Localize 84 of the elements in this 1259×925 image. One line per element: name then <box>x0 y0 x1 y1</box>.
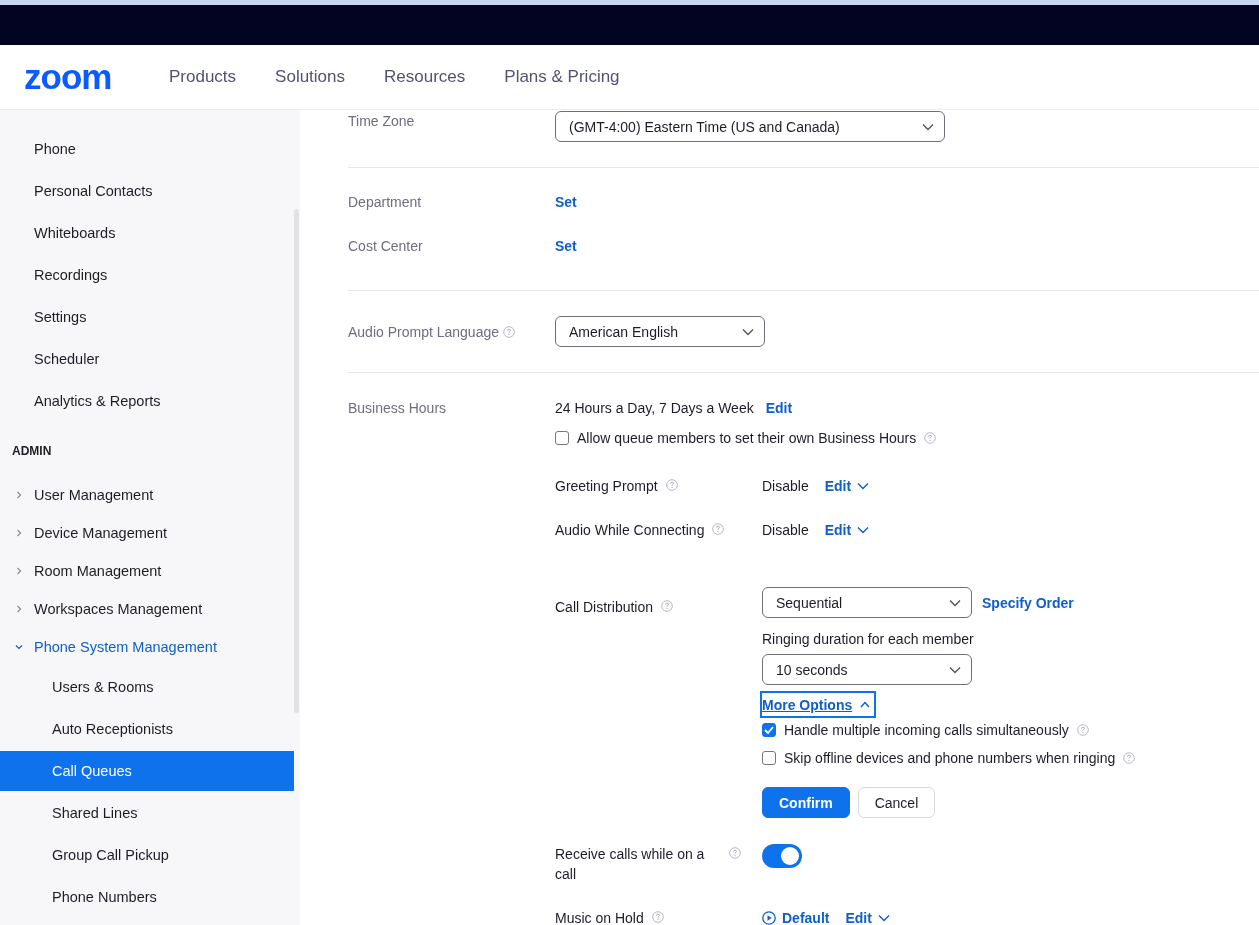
chevron-down-icon <box>742 327 754 336</box>
help-icon[interactable] <box>661 600 674 612</box>
help-icon[interactable] <box>503 325 515 338</box>
dropdown[interactable]: Sequential <box>762 587 972 618</box>
scrollbar-thumb[interactable] <box>294 209 299 713</box>
checkbox[interactable] <box>555 431 569 445</box>
help-icon[interactable] <box>651 911 664 923</box>
toggle-switch[interactable] <box>762 844 802 868</box>
chevron-down-icon <box>877 914 890 922</box>
sidebar-item[interactable]: Scheduler <box>0 338 294 380</box>
setting-label: Music on Hold <box>555 909 644 925</box>
chevron-down-icon <box>15 644 23 650</box>
set-link[interactable]: Set <box>555 238 577 254</box>
play-icon <box>762 911 776 925</box>
more-options-link[interactable]: More Options <box>760 691 877 718</box>
chevron-right-icon <box>15 529 23 537</box>
nav-link[interactable]: Products <box>169 67 237 87</box>
sidebar-item[interactable]: Settings <box>0 296 294 338</box>
logo[interactable]: zoom <box>24 57 144 97</box>
sidebar-item[interactable]: Device Management <box>0 514 294 552</box>
dropdown[interactable]: 10 seconds <box>762 654 972 685</box>
setting-label: Department <box>348 194 422 210</box>
setting-label: Time Zone <box>348 113 415 129</box>
sidebar-item[interactable]: Users & Rooms <box>0 666 294 708</box>
chevron-up-icon <box>860 701 871 708</box>
checkbox-label: Skip offline devices and phone numbers when ringing <box>784 750 1116 766</box>
set-link[interactable]: Set <box>555 194 577 210</box>
sidebar-item[interactable]: Phone <box>0 128 294 170</box>
setting-value: 24 Hours a Day, 7 Days a Week <box>555 400 754 416</box>
sidebar-item[interactable]: Recordings <box>0 254 294 296</box>
sidebar-item[interactable]: Group Call Pickup <box>0 834 294 876</box>
setting-label: Call Distribution <box>555 598 654 617</box>
edit-link[interactable]: Edit <box>824 522 870 538</box>
sidebar-item[interactable]: Analytics & Reports <box>0 380 294 422</box>
setting-value: Disable <box>762 522 809 538</box>
checkbox-label: Allow queue members to set their own Business Hours <box>577 430 917 446</box>
edit-link[interactable]: Edit <box>824 478 870 494</box>
help-icon[interactable] <box>729 847 741 859</box>
sidebar-item[interactable]: Shared Lines <box>0 792 294 834</box>
chevron-down-icon <box>922 122 934 131</box>
edit-link[interactable]: Edit <box>845 910 890 925</box>
play-default-link[interactable]: Default <box>762 910 830 925</box>
sidebar-item[interactable]: Room Management <box>0 552 294 590</box>
setting-label: Greeting Prompt <box>555 477 658 496</box>
checkbox-label: Handle multiple incoming calls simultaneously <box>784 722 1069 738</box>
help-icon[interactable] <box>924 432 937 444</box>
chevron-right-icon <box>15 491 23 499</box>
checkbox[interactable] <box>762 723 776 737</box>
chevron-right-icon <box>15 605 23 613</box>
setting-value: Disable <box>762 478 809 494</box>
chevron-right-icon <box>15 567 23 575</box>
help-icon[interactable] <box>665 479 678 491</box>
help-icon[interactable] <box>1076 724 1089 736</box>
help-icon[interactable] <box>1123 752 1136 764</box>
dropdown[interactable]: American English <box>555 316 765 347</box>
nav-link[interactable]: Plans & Pricing <box>504 67 620 87</box>
sidebar-item[interactable]: User Management <box>0 476 294 514</box>
help-icon[interactable] <box>712 523 725 535</box>
chevron-down-icon <box>857 482 870 490</box>
chevron-down-icon <box>857 526 870 534</box>
sidebar-item[interactable]: Auto Receptionists <box>0 708 294 750</box>
checkbox[interactable] <box>762 751 776 765</box>
setting-label: Cost Center <box>348 238 423 254</box>
sidebar-item[interactable]: Phone Numbers <box>0 876 294 918</box>
setting-label: Business Hours <box>348 400 447 416</box>
edit-link[interactable]: Edit <box>765 400 793 416</box>
chevron-down-icon <box>949 665 961 674</box>
specify-order-link[interactable]: Specify Order <box>982 594 1074 611</box>
section-heading: ADMIN <box>11 443 53 460</box>
setting-label: Receive calls while on a call <box>555 845 706 884</box>
chevron-down-icon <box>949 598 961 607</box>
sidebar-item[interactable]: Phone System Management <box>0 628 294 666</box>
sidebar-item[interactable]: Personal Contacts <box>0 170 294 212</box>
sidebar-item[interactable]: Whiteboards <box>0 212 294 254</box>
nav-link[interactable]: Solutions <box>275 67 346 87</box>
dropdown[interactable]: (GMT-4:00) Eastern Time (US and Canada) <box>555 111 945 142</box>
sidebar-item[interactable]: Workspaces Management <box>0 590 294 628</box>
nav-link[interactable]: Resources <box>384 67 466 87</box>
confirm-button[interactable]: Confirm <box>762 787 850 818</box>
setting-label: Audio While Connecting <box>555 521 705 540</box>
setting-label: Audio Prompt Language <box>348 323 499 340</box>
cancel-button[interactable]: Cancel <box>857 787 936 818</box>
sidebar-item[interactable]: Call Queues <box>0 751 294 791</box>
field-label: Ringing duration for each member <box>762 630 975 648</box>
